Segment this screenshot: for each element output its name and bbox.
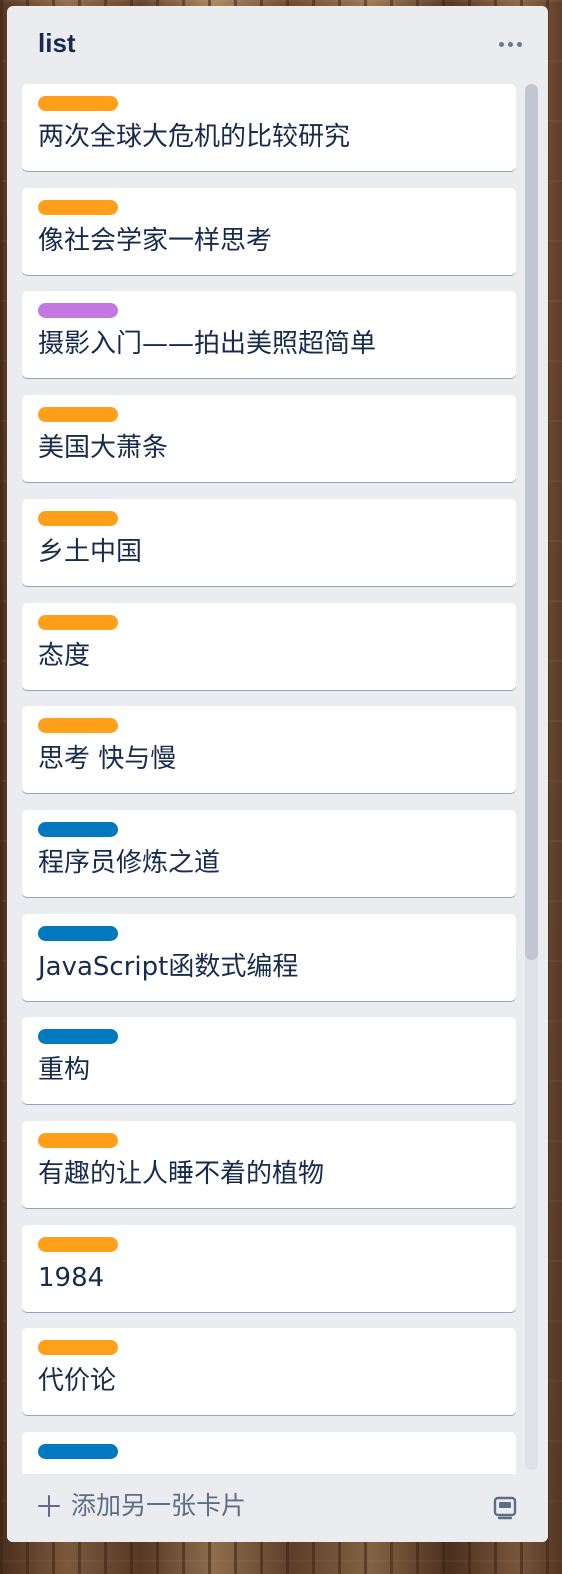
card-label [38,718,118,734]
card-title: 乡土中国 [38,536,143,567]
list-panel: list 两次全球大危机的比较研究 像社会学家一样思考摄影入门——拍出美照超简单美… [7,6,548,1542]
card-label [38,1236,118,1252]
plus-icon [37,1494,61,1518]
card-title: 代价论 [38,1366,117,1397]
card-title: 摄影入门——拍出美照超简单 [38,329,377,360]
add-card-button[interactable]: 添加另一张卡片 [37,1484,246,1528]
card[interactable]: 摄影入门——拍出美照超简单 [22,291,516,379]
card-template-button[interactable] [490,1492,520,1522]
card-label [38,96,118,111]
card[interactable]: 思考 快与慢 [22,706,516,794]
card[interactable]: 两次全球大危机的比较研究 [22,84,516,171]
list-footer: 添加另一张卡片 [7,1474,548,1542]
card-title: 重构 [38,1055,91,1086]
card-label [38,303,118,319]
card[interactable]: 美国大萧条 [22,395,516,483]
card-label [38,821,118,837]
card-label [38,1133,118,1148]
card-label [38,407,118,423]
card-label [38,1444,118,1460]
card-title: 态度 [38,640,91,671]
scrollbar-thumb[interactable] [525,84,538,960]
card[interactable]: 程序员修炼之道 [22,809,516,897]
card-label [38,199,118,215]
card-label [38,1340,118,1356]
card[interactable]: 1984 [22,1224,516,1312]
card-label [38,925,118,941]
list-title[interactable]: list [38,26,76,60]
more-dot [507,41,513,47]
card-title: 1984 [38,1262,105,1293]
card-label [38,1029,118,1045]
card-template-icon [493,1496,517,1520]
card[interactable]: 像社会学家一样思考 [22,187,516,275]
add-card-label: 添加另一张卡片 [71,1491,247,1520]
card[interactable]: 乡土中国 [22,498,516,586]
list-header: list [7,6,548,80]
card[interactable]: 代价论 [22,1328,516,1416]
card-title: 有趣的让人睡不着的植物 [38,1159,325,1189]
card[interactable]: JavaScript函数式编程 [22,913,516,1001]
card[interactable]: 态度 [22,602,516,690]
card-label [38,510,118,526]
scrollbar-track[interactable] [525,84,538,1470]
card-title: 思考 快与慢 [38,744,177,775]
card-title: 两次全球大危机的比较研究 [38,122,351,152]
card[interactable] [22,1432,516,1474]
card-label [38,614,118,630]
cards-list: 两次全球大危机的比较研究 像社会学家一样思考摄影入门——拍出美照超简单 美国大萧条乡… [7,80,548,1474]
card[interactable]: 有趣的让人睡不着的植物 [22,1121,516,1208]
card-title: 程序员修炼之道 [38,847,221,878]
list-menu-button[interactable] [490,28,530,60]
card-title: 美国大萧条 [38,433,169,464]
more-horizontal-icon [498,41,504,47]
card[interactable]: 重构 [22,1017,516,1105]
card-title: 像社会学家一样思考 [38,225,273,256]
more-dot [516,41,522,47]
card-title: JavaScript函数式编程 [38,951,299,982]
